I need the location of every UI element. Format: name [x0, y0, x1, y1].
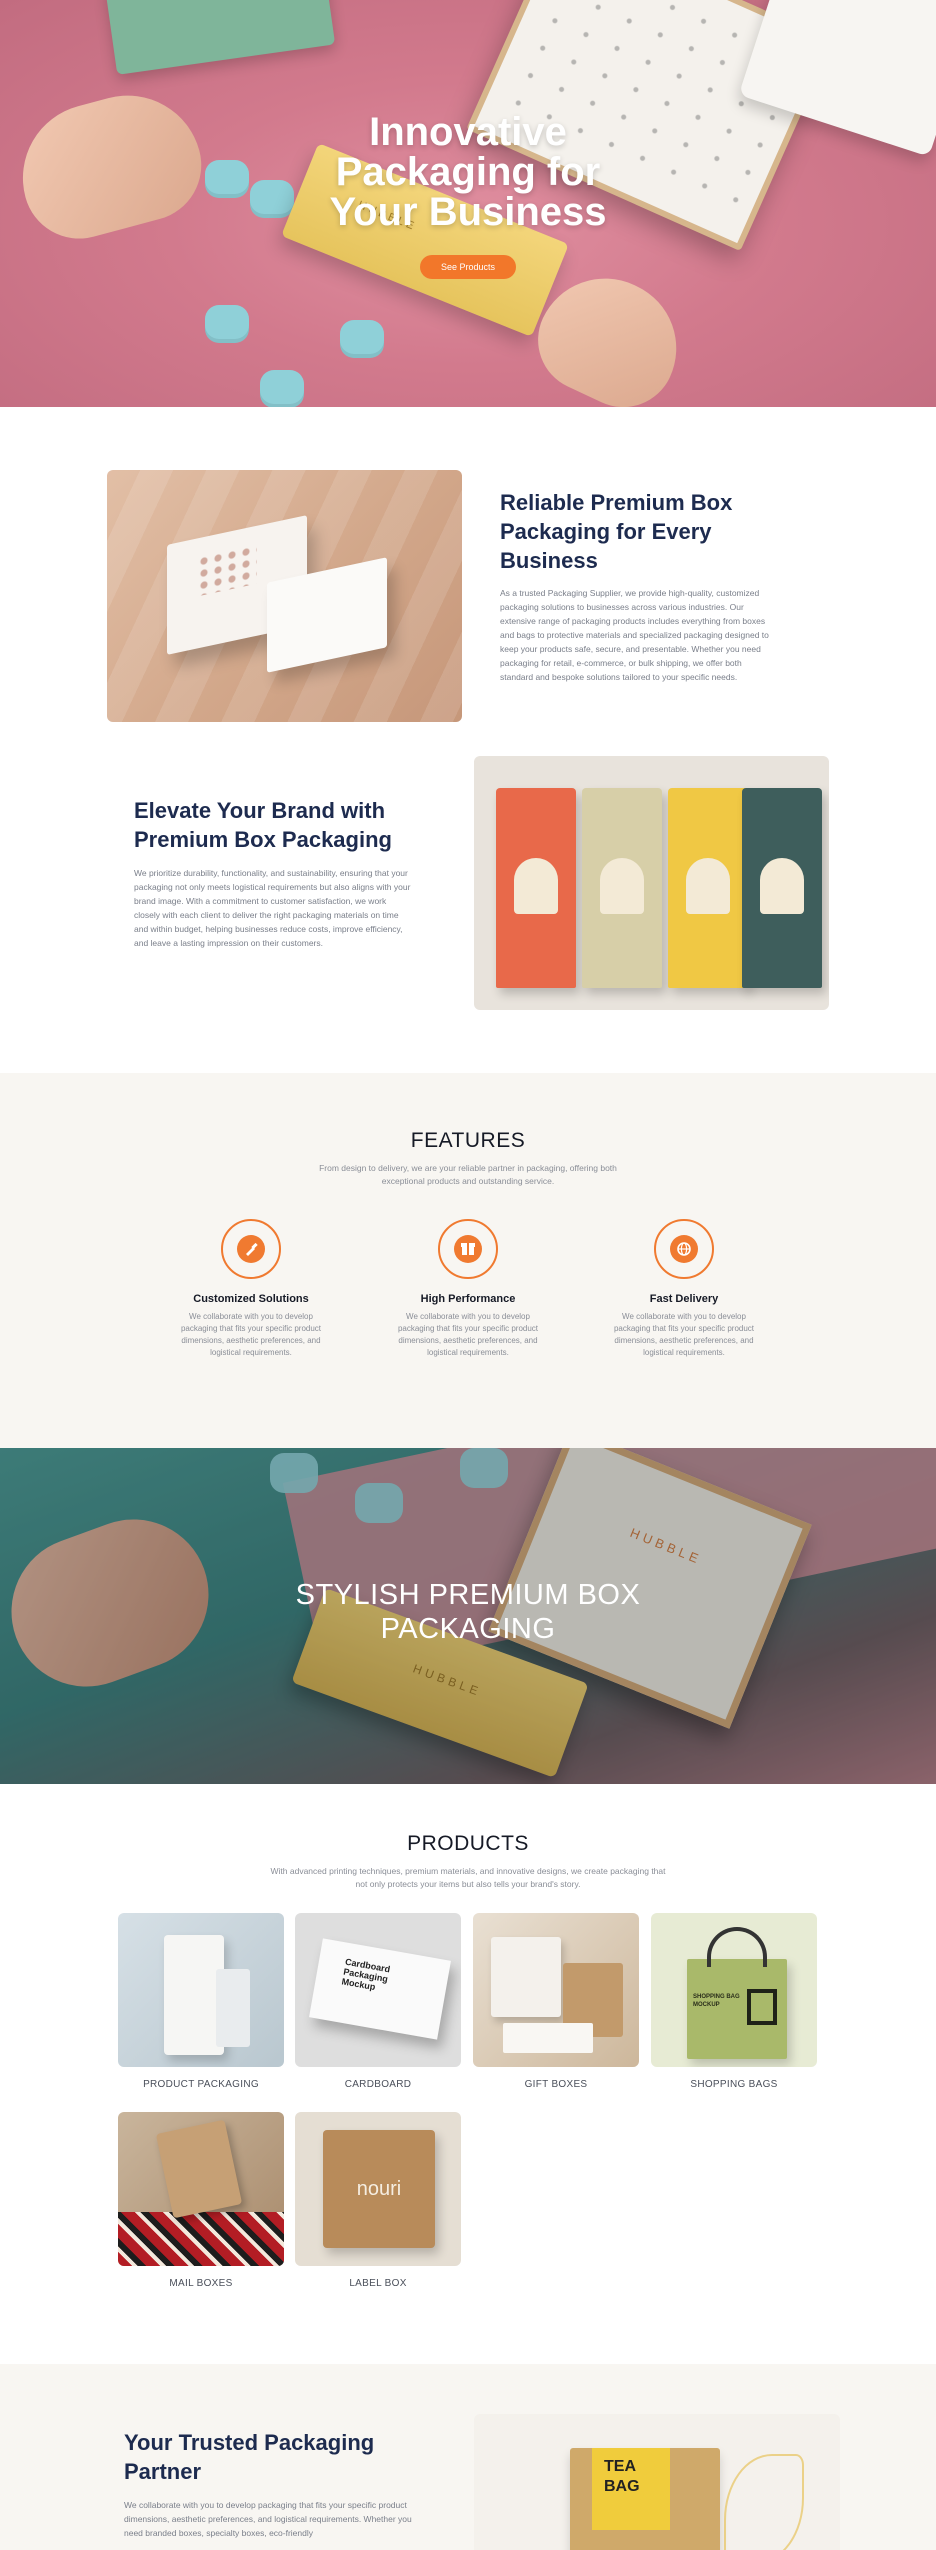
features-section: FEATURES From design to delivery, we are… — [0, 1073, 936, 1448]
feature-text: We collaborate with you to develop packa… — [180, 1312, 322, 1357]
about-body-2: We prioritize durability, functionality,… — [134, 868, 411, 948]
tea-text-line2: BAG — [604, 2478, 640, 2495]
tea-bag-image: TEA BAG — [474, 2414, 840, 2550]
product-label: PRODUCT PACKAGING — [143, 2079, 259, 2090]
hero-section: HUBBLE Innovative Packaging for Your Bus… — [0, 0, 936, 407]
product-card-label-box[interactable]: nouri LABEL BOX — [295, 2112, 461, 2289]
plaid-fabric — [118, 2212, 284, 2266]
bag-handle — [707, 1927, 767, 1967]
tea-box-label: TEA BAG — [592, 2448, 670, 2530]
hero-title-line1: Innovative — [369, 110, 567, 154]
product-card-gift-boxes[interactable]: GIFT BOXES — [473, 1913, 639, 2090]
banner-title-line1: STYLISH PREMIUM BOX — [295, 1579, 641, 1611]
carton-label — [600, 858, 644, 914]
feature-text: We collaborate with you to develop packa… — [613, 1312, 755, 1357]
carton-label — [760, 858, 804, 914]
carton-cream — [582, 788, 662, 988]
banner-title: STYLISH PREMIUM BOX PACKAGING — [0, 1578, 936, 1646]
stylish-packaging-banner: HUBBLE HUBBLE STYLISH PREMIUM BOX PACKAG… — [0, 1448, 936, 1784]
gift-box-shape — [491, 1937, 561, 2017]
brush-icon — [237, 1235, 265, 1263]
milk-carton-shape — [164, 1935, 224, 2055]
mint-candy-image — [340, 320, 384, 358]
about-body-1: As a trusted Packaging Supplier, we prov… — [500, 588, 769, 682]
trusted-body: We collaborate with you to develop packa… — [124, 2500, 412, 2538]
product-card-shopping-bags[interactable]: SHOPPING BAG MOCKUP SHOPPING BAGS — [651, 1913, 817, 2090]
gift-box-card — [503, 2023, 593, 2053]
mint-candy-image — [205, 305, 249, 343]
hero-green-card-image — [104, 0, 336, 75]
kraft-box-shape: nouri — [323, 2130, 435, 2248]
feature-customized-solutions: Customized Solutions We collaborate with… — [161, 1219, 341, 1359]
products-subtitle: With advanced printing techniques, premi… — [270, 1866, 666, 1889]
about-title-1: Reliable Premium Box Packaging for Every… — [500, 490, 733, 573]
cardboard-box-text: Cardboard Packaging Mockup — [340, 1956, 391, 1993]
gift-boxes-image — [473, 1913, 639, 2067]
mail-boxes-image — [118, 2112, 284, 2266]
trusted-title: Your Trusted Packaging Partner — [124, 2430, 375, 2484]
bag-logo — [747, 1989, 777, 2025]
hero-title-line2: Packaging for — [335, 150, 601, 194]
kraft-tag — [155, 2119, 243, 2219]
feature-icon-ring — [438, 1219, 498, 1279]
globe-icon — [670, 1235, 698, 1263]
features-title: FEATURES — [410, 1129, 526, 1152]
products-title: PRODUCTS — [407, 1832, 529, 1855]
shopping-bags-image: SHOPPING BAG MOCKUP — [651, 1913, 817, 2067]
product-card-product-packaging[interactable]: PRODUCT PACKAGING — [118, 1913, 284, 2090]
box-icon — [454, 1235, 482, 1263]
feature-fast-delivery: Fast Delivery We collaborate with you to… — [594, 1219, 774, 1359]
carton-label — [686, 858, 730, 914]
leaf-illustration — [724, 2454, 804, 2550]
label-box-image: nouri — [295, 2112, 461, 2266]
features-subtitle: From design to delivery, we are your rel… — [319, 1163, 617, 1186]
feature-text: We collaborate with you to develop packa… — [397, 1312, 539, 1357]
feature-high-performance: High Performance We collaborate with you… — [378, 1219, 558, 1359]
carton-red — [496, 788, 576, 988]
product-card-cardboard[interactable]: Cardboard Packaging Mockup CARDBOARD — [295, 1913, 461, 2090]
product-label: SHOPPING BAGS — [690, 2079, 778, 2090]
product-label: MAIL BOXES — [169, 2278, 233, 2289]
feature-icon-ring — [654, 1219, 714, 1279]
feature-title: Fast Delivery — [649, 1293, 719, 1305]
product-packaging-image — [118, 1913, 284, 2067]
product-card-mail-boxes[interactable]: MAIL BOXES — [118, 2112, 284, 2289]
feature-title: High Performance — [420, 1293, 516, 1305]
hero-title-line3: Your Business — [329, 190, 607, 234]
cardboard-box-shape: Cardboard Packaging Mockup — [309, 1938, 451, 2040]
shopping-bag-shape: SHOPPING BAG MOCKUP — [687, 1959, 787, 2059]
milk-carton-side — [216, 1969, 250, 2047]
banner-title-line2: PACKAGING — [380, 1613, 556, 1645]
feature-title: Customized Solutions — [193, 1293, 309, 1305]
product-label: CARDBOARD — [344, 2079, 412, 2090]
see-products-button[interactable]: See Products — [420, 255, 516, 279]
about-title-2: Elevate Your Brand with Premium Box Pack… — [134, 798, 392, 852]
shopping-bag-text: SHOPPING BAG MOCKUP — [693, 1994, 740, 2008]
feature-icon-ring — [221, 1219, 281, 1279]
cardboard-image: Cardboard Packaging Mockup — [295, 1913, 461, 2067]
mint-candy-image — [260, 370, 304, 407]
gift-box-photo — [107, 470, 462, 722]
carton-boxes-photo — [474, 756, 829, 1010]
carton-teal — [742, 788, 822, 988]
carton-label — [514, 858, 558, 914]
label-box-text: nouri — [356, 2178, 402, 2200]
hero-title: Innovative Packaging for Your Business — [0, 112, 936, 232]
product-label: LABEL BOX — [349, 2278, 407, 2289]
carton-yellow — [668, 788, 748, 988]
tea-text-line1: TEA — [604, 2458, 636, 2475]
product-label: GIFT BOXES — [524, 2079, 588, 2090]
